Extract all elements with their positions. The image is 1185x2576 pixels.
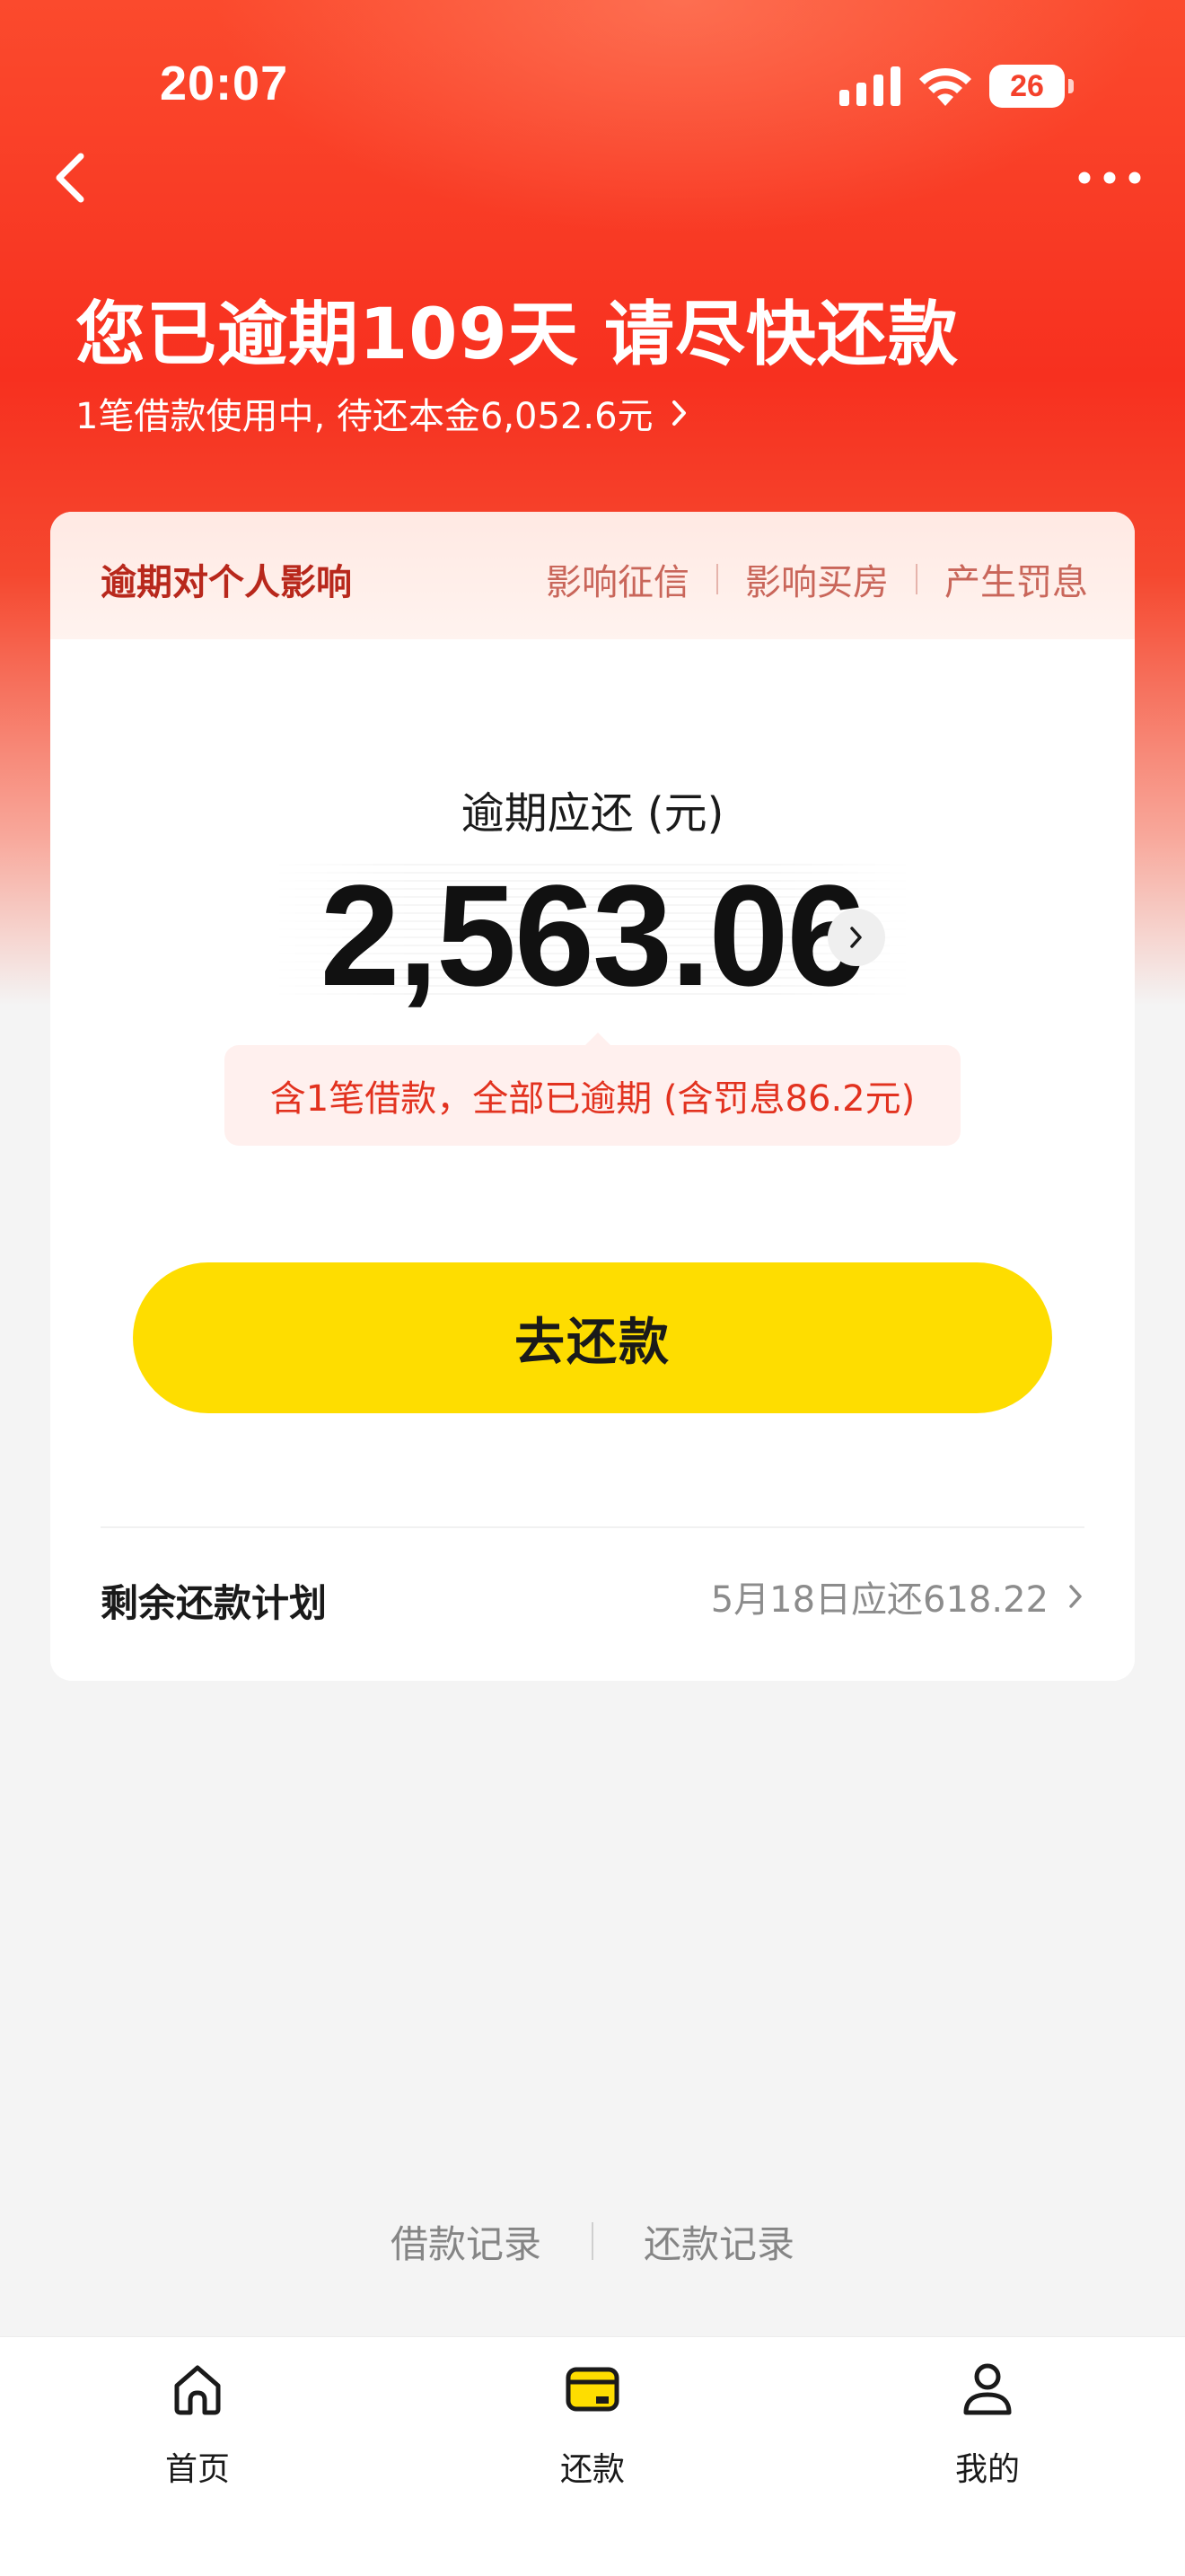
divider xyxy=(592,2222,593,2260)
battery-icon: 26 xyxy=(989,65,1075,110)
impact-tags: 影响征信 影响买房 产生罚息 xyxy=(546,553,1088,605)
overdue-note: 含1笔借款，全部已逾期 (含罚息86.2元) xyxy=(224,1045,961,1146)
overdue-impact-strip[interactable]: 逾期对个人影响 影响征信 影响买房 产生罚息 xyxy=(50,512,1135,639)
divider xyxy=(716,564,718,594)
repayment-plan-label: 剩余还款计划 xyxy=(101,1581,328,1625)
loan-summary-link[interactable]: 1笔借款使用中, 待还本金6,052.6元 xyxy=(75,388,689,438)
impact-tag-house: 影响买房 xyxy=(745,562,889,603)
battery-cap xyxy=(1068,79,1074,93)
loan-records-link[interactable]: 借款记录 xyxy=(391,2214,541,2269)
overdue-amount: 2,563.06 xyxy=(320,855,867,1015)
tab-repay[interactable]: 还款 xyxy=(503,2361,682,2495)
overdue-card: 逾期对个人影响 影响征信 影响买房 产生罚息 逾期应还 (元) 2,563.06… xyxy=(50,512,1135,1681)
impact-title: 逾期对个人影响 xyxy=(101,562,352,603)
cellular-signal-icon xyxy=(839,66,900,106)
loan-summary-text: 1笔借款使用中, 待还本金6,052.6元 xyxy=(75,396,654,437)
chevron-right-icon xyxy=(672,400,686,426)
status-time: 20:07 xyxy=(160,57,289,110)
records-links: 借款记录 还款记录 xyxy=(0,2214,1185,2268)
repay-records-link[interactable]: 还款记录 xyxy=(644,2214,794,2269)
battery-body: 26 xyxy=(989,65,1065,108)
battery-level: 26 xyxy=(1010,68,1044,103)
status-bar: 20:07 26 xyxy=(0,0,1185,171)
impact-tag-credit: 影响征信 xyxy=(546,562,689,603)
repayment-plan-link[interactable]: 5月18日应还618.22 xyxy=(711,1571,1084,1622)
amount-detail-button[interactable] xyxy=(828,909,885,966)
impact-tag-penalty: 产生罚息 xyxy=(944,562,1088,603)
bottom-tab-bar: 首页 还款 我的 xyxy=(0,2336,1185,2576)
back-button[interactable] xyxy=(43,144,97,212)
repay-button[interactable]: 去还款 xyxy=(133,1262,1052,1413)
tab-home[interactable]: 首页 xyxy=(108,2361,287,2495)
divider xyxy=(916,564,917,594)
repayment-plan-value: 5月18日应还618.22 xyxy=(710,1579,1049,1621)
amount-label: 逾期应还 (元) xyxy=(461,788,724,839)
note-pointer xyxy=(585,1033,610,1045)
chevron-right-icon xyxy=(850,927,862,948)
user-icon xyxy=(963,2363,1012,2415)
more-options-button[interactable] xyxy=(1074,158,1146,198)
chevron-right-icon xyxy=(1069,1585,1082,1608)
tab-mine[interactable]: 我的 xyxy=(898,2361,1077,2495)
home-icon xyxy=(174,2365,221,2415)
tab-label: 还款 xyxy=(559,2451,625,2488)
divider xyxy=(101,1526,1084,1528)
page-title: 您已逾期109天 请尽快还款 xyxy=(75,295,959,375)
tab-label: 首页 xyxy=(164,2451,230,2488)
wallet-icon xyxy=(566,2367,619,2412)
tab-label: 我的 xyxy=(954,2451,1020,2488)
wifi-icon xyxy=(919,67,971,106)
